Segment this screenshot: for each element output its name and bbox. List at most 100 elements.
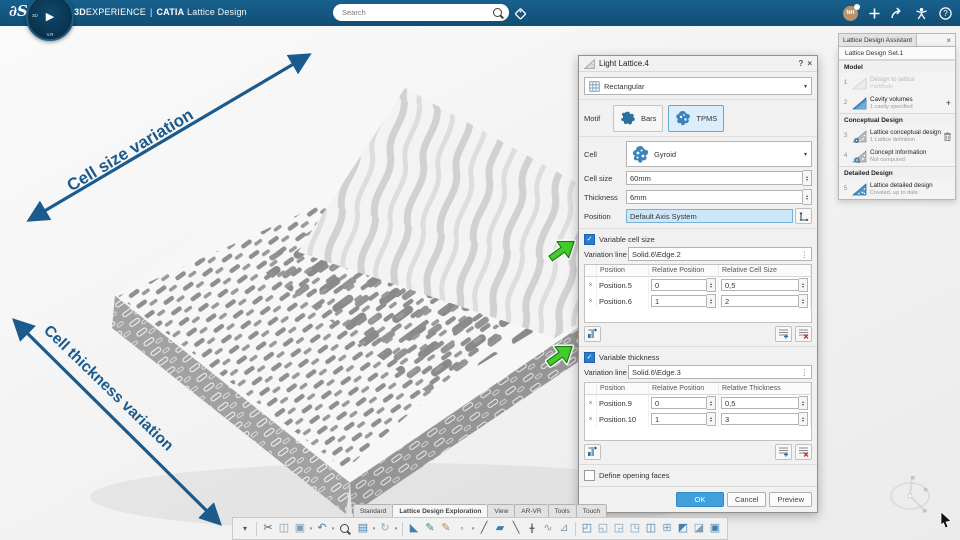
3ds-community-icon[interactable] [915,7,928,20]
cell-type-dropdown[interactable]: Gyroid ▾ [626,141,812,167]
dialog-help-icon[interactable]: ? [798,59,803,68]
stepper[interactable]: ▴ ▾ [799,294,808,308]
preview-button[interactable]: Preview [769,492,812,507]
motif-tpms-button[interactable]: TPMS [668,105,725,132]
position-name[interactable]: Position.6 [597,293,649,309]
relative-position-input[interactable]: 1 [651,413,707,425]
section-view-icon[interactable]: ⊞ [659,519,675,538]
stepper[interactable]: ▴ ▾ [707,294,716,308]
relative-position-input[interactable]: 0 [651,279,707,291]
undo-menu-caret-icon[interactable]: ▾ [330,526,336,532]
distribution-graph-button[interactable] [584,325,601,342]
axis-system-picker-button[interactable] [795,208,812,224]
line-tool-icon[interactable]: ╱ [476,519,492,538]
ok-button[interactable]: OK [675,492,724,507]
tab-tools[interactable]: Tools [547,504,576,518]
tab-standard[interactable]: Standard [352,504,393,518]
view-top-icon[interactable]: ◲ [611,519,627,538]
dialog-close-icon[interactable]: × [807,59,812,68]
delete-row-icon[interactable]: × [585,395,597,411]
stepper[interactable]: ▴ ▾ [707,396,716,410]
update-icon[interactable]: ↻ [377,519,393,538]
relative-cell-size-input[interactable]: 0,5 [721,279,799,291]
copy-icon[interactable]: ◫ [276,519,292,538]
tag-icon[interactable] [514,7,527,20]
paste-icon[interactable]: ▣ [292,519,308,538]
variation-line-input[interactable]: Solid.6\Edge.2 ⋮ [628,247,812,261]
axis-system-tool-icon[interactable]: ╋ [524,519,540,538]
relative-cell-size-input[interactable]: 2 [721,295,799,307]
assistant-item-design-to-lattice[interactable]: 1 Design to lattice PartBody [839,73,955,93]
variation-line-input[interactable]: Solid.6\Edge.3 ⋮ [628,365,812,379]
relative-thickness-input[interactable]: 0,5 [721,397,799,409]
delete-row-icon[interactable]: × [585,277,597,293]
position-name[interactable]: Position.9 [597,395,649,411]
global-search[interactable] [333,4,509,21]
lattice-tool-icon[interactable]: ◣ [406,519,422,538]
stepper[interactable]: ▴ ▾ [799,396,808,410]
point-tool-icon[interactable]: ▫ [454,519,470,538]
curve-tool-icon[interactable]: ∿ [540,519,556,538]
more-options-icon[interactable]: ⋮ [801,368,809,377]
assistant-item-concept-information[interactable]: 4 Concept information Not computed [839,146,955,166]
assistant-tab[interactable]: Lattice Design Assistant [839,34,918,46]
assistant-item-cavity-volumes[interactable]: 2 Cavity volumes 1 cavity specified + [839,93,955,113]
add-content-icon[interactable] [869,8,880,19]
position-name[interactable]: Position.5 [597,277,649,293]
view-side-icon[interactable]: ◳ [627,519,643,538]
compass-play-icon[interactable]: ▶ [46,10,54,23]
toolbar-overflow-icon[interactable]: ▾ [237,519,253,538]
assistant-item-lattice-detailed-design[interactable]: 5 Lattice detailed design Created, up to… [839,179,955,199]
assistant-item-lattice-conceptual-design[interactable]: 3 Lattice conceptual design 1 Lattice de… [839,126,955,146]
lattice-design-set[interactable]: Lattice Design Set.1 [839,47,955,60]
cone-tool-icon[interactable]: ⊿ [556,519,572,538]
relative-position-input[interactable]: 0 [651,397,707,409]
variable-thickness-checkbox[interactable]: ✓ [584,351,595,363]
zoom-area-icon[interactable]: ◩ [675,519,691,538]
assistant-close-icon[interactable]: × [942,36,955,45]
link-view-icon[interactable]: ◪ [691,519,707,538]
position-name[interactable]: Position.10 [597,411,649,427]
position-input[interactable]: Default Axis System [626,209,793,223]
delete-row-icon[interactable]: × [585,411,597,427]
motif-bars-button[interactable]: Bars [613,105,664,132]
search-tool-icon[interactable] [340,524,349,533]
view-iso-icon[interactable]: ◰ [579,519,595,538]
add-table-row-button[interactable] [775,443,792,460]
stepper[interactable]: ▴ ▾ [799,412,808,426]
share-icon[interactable] [891,7,904,19]
remove-table-row-button[interactable] [795,325,812,342]
search-icon[interactable] [493,8,502,17]
sketch-icon[interactable]: ✎ [422,519,438,538]
relative-position-input[interactable]: 1 [651,295,707,307]
distribution-graph-button[interactable] [584,443,601,460]
thickness-stepper[interactable]: ▴ ▾ [803,189,812,205]
variable-cell-size-checkbox[interactable]: ✓ [584,233,595,245]
hide-show-icon[interactable]: ◫ [643,519,659,538]
axis-line-tool-icon[interactable]: ╲ [508,519,524,538]
add-table-row-button[interactable] [775,325,792,342]
stepper[interactable]: ▴ ▾ [707,412,716,426]
stepper[interactable]: ▴ ▾ [799,278,808,292]
plane-tool-icon[interactable]: ▰ [492,519,508,538]
search-input[interactable] [340,7,493,18]
dialog-titlebar[interactable]: Light Lattice.4 ? × [579,56,817,72]
stepper[interactable]: ▴ ▾ [707,278,716,292]
cancel-button[interactable]: Cancel [726,492,767,507]
undo-icon[interactable]: ↶ [314,519,330,538]
clipping-box-icon[interactable]: ▣ [707,519,723,538]
define-opening-faces-checkbox[interactable] [584,469,595,481]
view-front-icon[interactable]: ◱ [595,519,611,538]
help-icon[interactable]: ? [939,6,952,20]
thickness-input[interactable]: 6mm [626,190,803,204]
cell-size-input[interactable]: 60mm [626,171,803,185]
pattern-type-dropdown[interactable]: Rectangular ▾ [584,77,812,95]
cut-icon[interactable]: ✂ [260,519,276,538]
sketch-edit-icon[interactable]: ✎ [438,519,454,538]
tab-lattice-design-exploration[interactable]: Lattice Design Exploration [392,504,488,518]
tab-ar-vr[interactable]: AR-VR [514,504,548,518]
more-options-icon[interactable]: ⋮ [801,250,809,259]
cell-size-stepper[interactable]: ▴ ▾ [803,170,812,186]
delete-row-icon[interactable]: × [585,293,597,309]
user-avatar[interactable]: NH [843,3,860,21]
